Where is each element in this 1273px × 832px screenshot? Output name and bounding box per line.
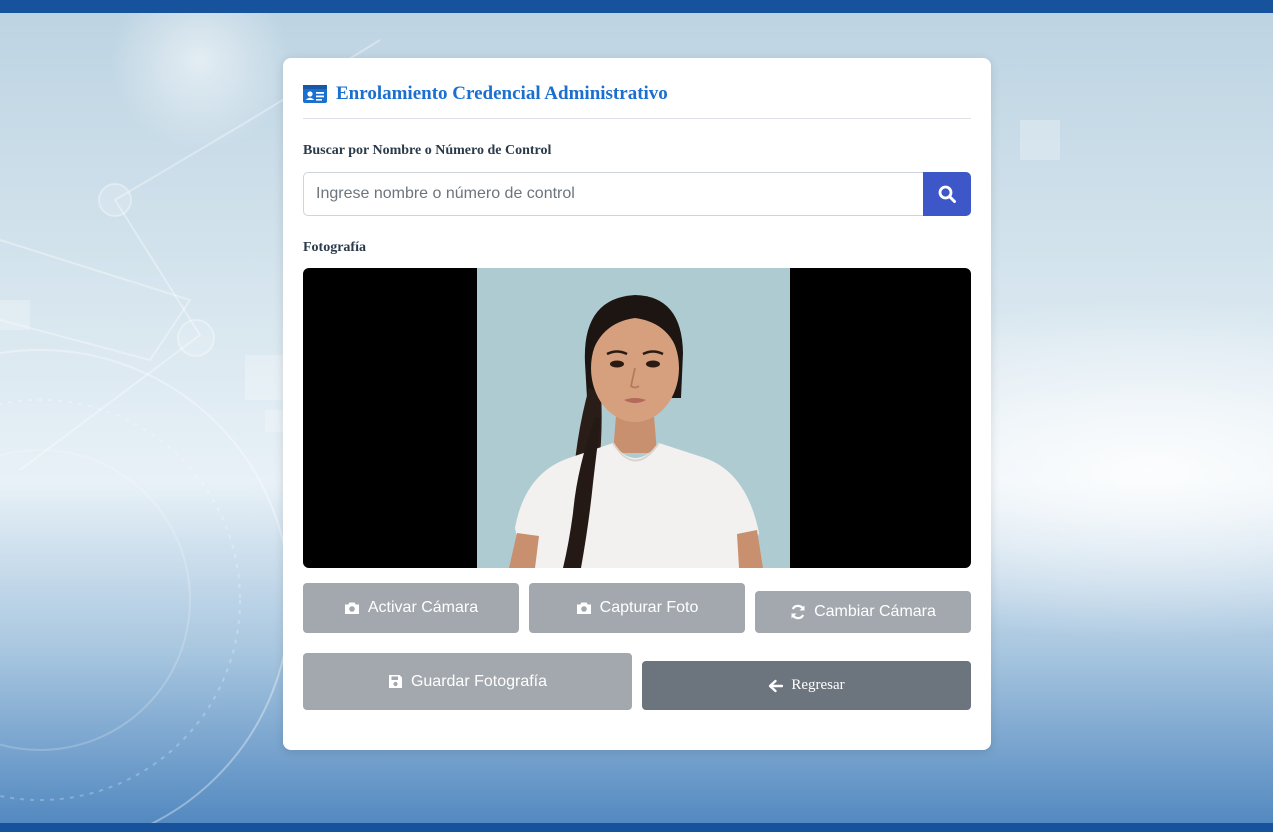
search-button[interactable] [923,172,971,216]
back-label: Regresar [791,677,845,693]
capture-photo-button[interactable]: Capturar Foto [529,583,745,633]
floppy-disk-icon [388,675,402,688]
switch-camera-button[interactable]: Cambiar Cámara [755,591,971,633]
switch-camera-label: Cambiar Cámara [814,603,936,620]
save-photo-label: Guardar Fotografía [410,672,548,690]
activate-camera-button[interactable]: Activar Cámara [303,583,519,633]
capture-photo-label: Capturar Foto [599,599,699,616]
refresh-icon [791,604,805,620]
camera-icon [344,602,359,614]
search-label: Buscar por Nombre o Número de Control [303,143,552,158]
save-photo-button[interactable]: Guardar Fotografía [303,653,632,710]
enrollment-card: Enrolamiento Credencial Administrativo B… [283,58,991,750]
camera-preview [303,268,971,568]
card-header: Enrolamiento Credencial Administrativo [303,82,971,119]
camera-icon [576,602,591,614]
page-title: Enrolamiento Credencial Administrativo [336,83,668,104]
activate-camera-label: Activar Cámara [367,599,479,616]
back-button[interactable]: Regresar [642,661,971,710]
photo-label: Fotografía [303,240,366,255]
bottom-brand-bar [0,823,1273,832]
top-brand-bar [0,0,1273,13]
search-input[interactable] [303,172,923,216]
id-card-icon [303,85,327,103]
search-icon [938,185,956,203]
search-group [303,172,971,216]
arrow-left-icon [769,679,784,692]
captured-photo [477,268,790,568]
